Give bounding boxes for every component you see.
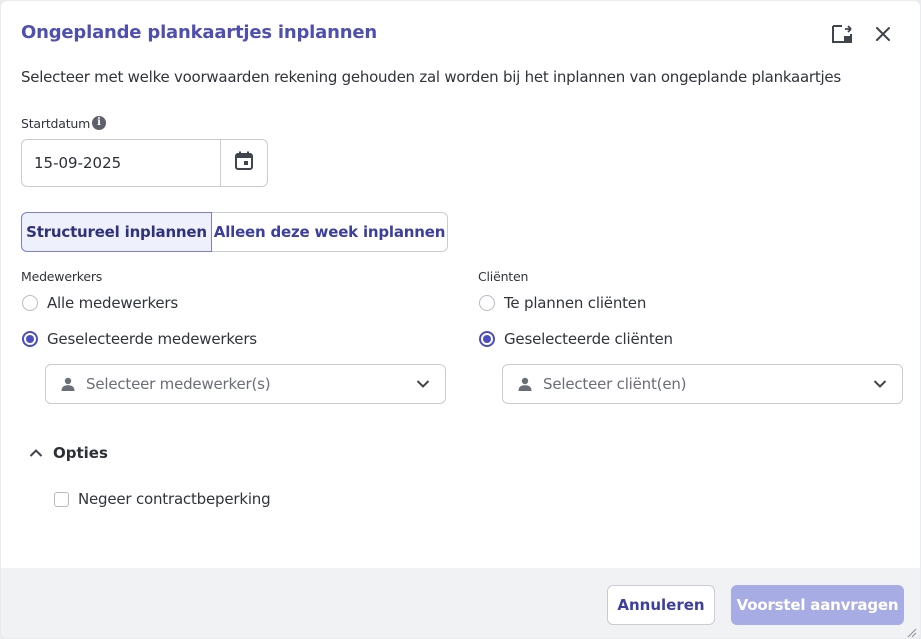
info-icon[interactable]: i [92,116,106,130]
cancel-button[interactable]: Annuleren [607,585,715,625]
dialog-description: Selecteer met welke voorwaarden rekening… [21,68,841,86]
medewerkers-select[interactable]: Selecteer medewerker(s) [45,364,446,404]
startdatum-field[interactable]: 15-09-2025 [21,139,268,187]
dialog-title: Ongeplande plankaartjes inplannen [21,22,377,43]
person-icon [61,377,75,391]
radio-circle [479,295,495,311]
voorstel-aanvragen-button[interactable]: Voorstel aanvragen [731,585,904,625]
calendar-button[interactable] [220,140,267,186]
clienten-select[interactable]: Selecteer cliënt(en) [502,364,903,404]
chevron-down-icon [873,379,887,389]
radio-circle [22,295,38,311]
clienten-label: Cliënten [478,269,529,284]
radio-alle-medewerkers[interactable]: Alle medewerkers [22,294,178,312]
negeer-contractbeperking-checkbox[interactable]: Negeer contractbeperking [54,490,271,508]
startdatum-label: Startdatum [21,116,91,131]
chevron-up-icon [29,444,43,462]
checkbox-label: Negeer contractbeperking [78,490,271,508]
resize-handle-icon[interactable] [905,623,917,638]
planning-mode-toggle: Structureel inplannen Alleen deze week i… [21,212,448,252]
radio-label: Te plannen cliënten [504,294,647,312]
chevron-down-icon [416,379,430,389]
clienten-select-placeholder: Selecteer cliënt(en) [543,375,687,393]
opties-label: Opties [53,444,108,462]
tab-structureel-inplannen[interactable]: Structureel inplannen [21,212,212,252]
radio-geselecteerde-clienten[interactable]: Geselecteerde cliënten [479,330,673,348]
close-icon[interactable] [870,21,896,47]
medewerkers-label: Medewerkers [21,269,103,284]
checkbox-box [54,491,69,507]
dialog: Ongeplande plankaartjes inplannen Select… [1,1,920,638]
person-icon [518,377,532,391]
radio-circle-checked [22,331,38,347]
expand-icon[interactable] [829,21,855,47]
radio-geselecteerde-medewerkers[interactable]: Geselecteerde medewerkers [22,330,257,348]
tab-alleen-deze-week[interactable]: Alleen deze week inplannen [212,212,448,252]
medewerkers-select-placeholder: Selecteer medewerker(s) [86,375,271,393]
startdatum-value[interactable]: 15-09-2025 [22,140,220,186]
radio-circle-checked [479,331,495,347]
opties-toggle[interactable]: Opties [29,444,108,462]
radio-label: Geselecteerde cliënten [504,330,673,348]
radio-label: Geselecteerde medewerkers [47,330,257,348]
radio-te-plannen-clienten[interactable]: Te plannen cliënten [479,294,646,312]
radio-label: Alle medewerkers [47,294,179,312]
calendar-icon [234,151,254,175]
